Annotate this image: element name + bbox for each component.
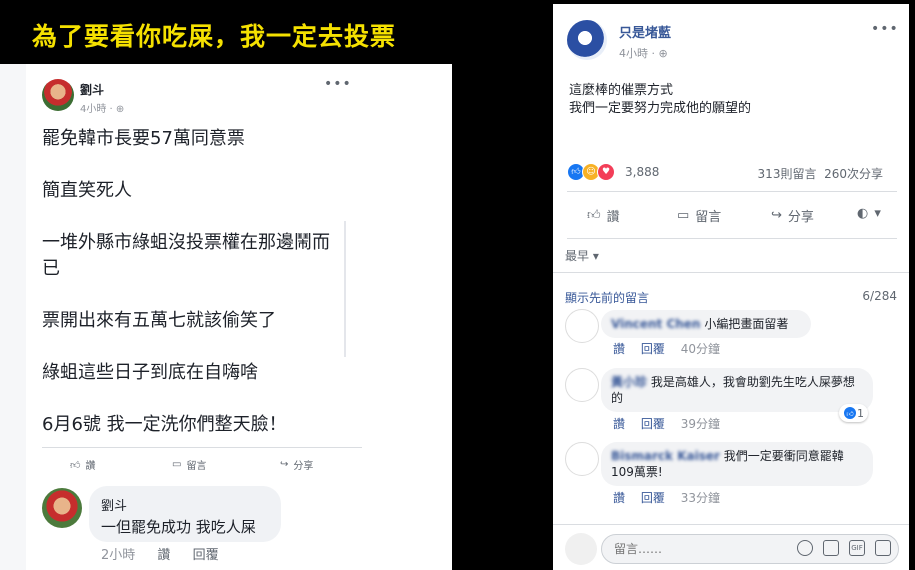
more-options-icon[interactable]: ••• [324,76,352,92]
share-button[interactable]: ↪ 分享 [280,457,313,472]
post-line: 這麼棒的催票方式 [569,83,674,98]
banner-text: 為了要看你吃屎，我一定去投票 [32,22,397,51]
thumbs-up-icon: 👍︎ [70,459,81,471]
more-options-icon[interactable]: ••• [871,21,899,37]
post-line: 一堆外縣市綠蛆沒投票權在那邊鬧而已 [42,232,330,279]
comment-meta: 讚 回覆 33分鐘 [613,489,732,506]
camera-icon[interactable] [823,540,839,556]
post-line: 綠蛆這些日子到底在自嗨啥 [42,362,258,383]
comment-avatar[interactable] [565,442,599,476]
profile-mini-icon: ◐ [857,206,869,221]
comment-author[interactable]: 黃小珍 [611,375,647,389]
post-body: 這麼棒的催票方式 我們一定要努力完成他的願望的 [569,82,751,118]
divider [553,272,909,273]
comment-author[interactable]: 劉斗 [101,495,127,514]
left-post: 劉斗 4小時 · ⊕ ••• 罷免韓市長要57萬同意票 簡直笑死人 一堆外縣市綠… [26,64,452,570]
comment-like-button[interactable]: 讚 [613,342,625,356]
share-icon: ↪ [771,208,782,223]
scrollbar[interactable] [344,221,346,357]
post-author[interactable]: 劉斗 [80,81,104,98]
right-screenshot: 只是堵藍 4小時 · ⊕ ••• 這麼棒的催票方式 我們一定要努力完成他的願望的… [553,4,909,570]
comment-time[interactable]: 33分鐘 [681,491,720,505]
comment-share-count: 313則留言 260次分享 [757,167,883,181]
view-previous-comments[interactable]: 顯示先前的留言 [565,289,649,306]
comment-icon: ▭ [677,208,690,223]
reaction-icons[interactable]: 👍︎ ☺ ♥ [567,163,615,181]
comment-reply-button[interactable]: 回覆 [641,342,665,356]
comment-reply-button[interactable]: 回覆 [193,548,219,563]
comment-text: 小編把畫面留著 [704,317,789,331]
comment-sort[interactable]: 最早 ▾ [565,247,599,264]
comment-button[interactable]: ▭ 留言 [677,206,721,225]
comment-avatar[interactable] [42,488,82,528]
globe-icon: ⊕ [658,47,668,60]
thumbs-up-icon: 👍︎ [587,208,601,223]
comment-avatar[interactable] [565,368,599,402]
post-line: 簡直笑死人 [42,180,132,201]
gif-icon[interactable]: GIF [849,540,865,556]
love-reaction-icon: ♥ [597,163,615,181]
comment-meta: 2小時 讚 回覆 [101,544,237,563]
post-line: 6月6號 我一定洗你們整天臉！ [42,414,287,435]
comment-like-badge[interactable]: 👍︎ 1 [839,404,868,422]
share-button[interactable]: ↪ 分享 [771,206,814,225]
post-line: 我們一定要努力完成他的願望的 [569,101,752,116]
post-actions: 👍︎ 讚 ▭ 留言 ↪ 分享 [42,447,362,482]
composer-icons: GIF [797,540,891,556]
emoji-icon[interactable] [797,540,813,556]
comment-like-button[interactable]: 讚 [613,491,625,505]
caption-banner: 為了要看你吃屎，我一定去投票 [0,0,452,64]
post-as-selector[interactable]: ◐ ▾ [857,206,881,221]
comment-bubble: Bismarck Kaiser 我們一定要衝同意罷韓109萬票! [601,442,873,486]
sticker-icon[interactable] [875,540,891,556]
comment-reply-button[interactable]: 回覆 [641,417,665,431]
post-line: 罷免韓市長要57萬同意票 [42,128,245,149]
comment-reply-button[interactable]: 回覆 [641,491,665,505]
like-button[interactable]: 👍︎ 讚 [587,206,620,225]
comment-time[interactable]: 39分鐘 [681,417,720,431]
comment-meta: 讚 回覆 39分鐘 [613,415,732,432]
post-body: 罷免韓市長要57萬同意票 簡直笑死人 一堆外縣市綠蛆沒投票權在那邊鬧而已 票開出… [42,126,332,438]
comment-meta: 讚 回覆 40分鐘 [613,340,732,357]
post-actions: 👍︎ 讚 ▭ 留言 ↪ 分享 ◐ ▾ [567,191,897,239]
comment-text: 我是高雄人，我會助劉先生吃人屎夢想的 [611,375,855,405]
left-screenshot: 為了要看你吃屎，我一定去投票 劉斗 4小時 · ⊕ ••• 罷免韓市長要57萬同… [0,0,452,570]
reaction-count[interactable]: 3,888 [625,165,659,179]
comment-bubble: Vincent Chen 小編把畫面留著 [601,310,811,338]
comment-author[interactable]: Vincent Chen [611,317,700,331]
thumbs-up-icon: 👍︎ [843,406,857,420]
post-line: 票開出來有五萬七就該偷笑了 [42,310,276,331]
post-time: 4小時 · ⊕ [80,104,125,115]
comment-author[interactable]: Bismarck Kaiser [611,449,720,463]
comment-like-button[interactable]: 讚 [157,548,170,563]
comment-avatar[interactable] [565,309,599,343]
like-button[interactable]: 👍︎ 讚 [70,457,95,473]
globe-icon: ⊕ [115,104,125,115]
comment-pagination: 6/284 [862,289,897,303]
comment-icon: ▭ [172,459,182,470]
comment-composer: GIF [553,524,909,570]
post-author[interactable]: 只是堵藍 [619,22,671,41]
reaction-stats: 👍︎ ☺ ♥ 3,888 313則留言 260次分享 [567,161,897,183]
avatar[interactable] [42,79,74,111]
comment-time[interactable]: 40分鐘 [681,342,720,356]
comment-time[interactable]: 2小時 [101,548,135,563]
comment-button[interactable]: ▭ 留言 [172,457,206,472]
post-time: 4小時 · ⊕ [619,47,668,60]
user-avatar[interactable] [565,533,597,565]
chevron-down-icon: ▾ [874,206,881,221]
comment-bubble: 黃小珍 我是高雄人，我會助劉先生吃人屎夢想的 [601,368,873,412]
comment-text: 一但罷免成功 我吃人屎 [101,518,256,536]
comment-bubble: 劉斗 一但罷免成功 我吃人屎 [89,486,281,542]
comment-like-button[interactable]: 讚 [613,417,625,431]
chevron-down-icon: ▾ [592,249,599,263]
share-icon: ↪ [280,459,289,470]
page-avatar[interactable] [567,20,607,60]
